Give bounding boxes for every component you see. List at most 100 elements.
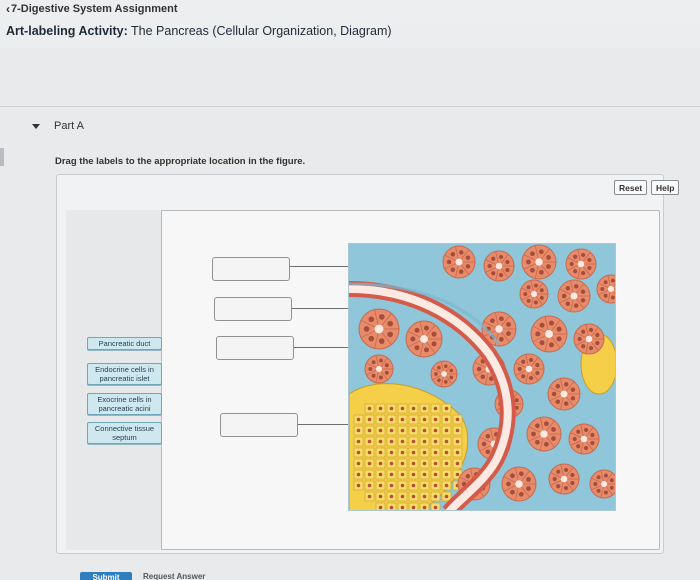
endocrine-nucleus [400, 505, 405, 510]
endocrine-nucleus [356, 461, 361, 466]
endocrine-nucleus [422, 450, 427, 455]
acinar-nucleus [443, 380, 448, 384]
endocrine-nucleus [444, 461, 449, 466]
back-to-assignment-link[interactable]: ‹ 7-Digestive System Assignment [6, 2, 177, 16]
acinar-nucleus [580, 298, 586, 303]
acinar-nucleus [498, 336, 504, 342]
endocrine-nucleus [367, 428, 372, 433]
acinar-nucleus [588, 327, 594, 333]
acinar-nucleus [465, 264, 471, 269]
assignment-header: ‹ 7-Digestive System Assignment Art-labe… [0, 0, 700, 48]
acinar-nucleus [569, 261, 574, 267]
endocrine-nucleus [411, 428, 416, 433]
acinar-nucleus [458, 250, 464, 255]
endocrine-nucleus [378, 406, 383, 411]
acinar-nucleus [378, 358, 383, 363]
acinar-nucleus [576, 429, 581, 434]
label-chip-connective-septum[interactable]: Connective tissue septum [87, 422, 162, 444]
acinar-nucleus [450, 267, 456, 272]
endocrine-nucleus [455, 428, 460, 433]
endocrine-nucleus [367, 483, 372, 488]
endocrine-nucleus [378, 472, 383, 477]
acinar-nucleus [378, 375, 383, 380]
acinar-nucleus [603, 293, 608, 298]
acinar-nucleus [573, 269, 578, 274]
page-title-text: The Pancreas (Cellular Organization, Dia… [131, 24, 392, 38]
endocrine-nucleus [411, 483, 416, 488]
leader-line-3 [294, 347, 352, 348]
acinar-nucleus [431, 341, 437, 347]
label-chip-pancreatic-duct[interactable]: Pancreatic duct [87, 337, 162, 350]
endocrine-nucleus [444, 472, 449, 477]
endocrine-nucleus [422, 472, 427, 477]
label-chip-exocrine-cells[interactable]: Exocrine cells in pancreatic acini [87, 393, 162, 415]
endocrine-nucleus [389, 483, 394, 488]
acinar-nucleus [506, 322, 511, 327]
acinar-nucleus [610, 278, 615, 283]
acinar-nucleus [465, 473, 471, 479]
drop-target-3[interactable] [216, 336, 294, 360]
acinus-lumen [525, 365, 533, 373]
acinar-nucleus [368, 335, 375, 342]
acinar-nucleus [538, 269, 544, 275]
acinar-nucleus [590, 432, 595, 438]
acinar-nucleus [526, 486, 531, 491]
endocrine-nucleus [422, 494, 427, 499]
acinar-nucleus [414, 327, 420, 333]
acinar-nucleus [498, 272, 504, 278]
acinar-nucleus [556, 484, 561, 489]
acinar-nucleus [530, 251, 535, 257]
acinar-nucleus [485, 449, 491, 454]
acinar-nucleus [570, 396, 576, 401]
acinar-nucleus [480, 374, 486, 379]
endocrine-nucleus [455, 450, 460, 455]
endocrine-nucleus [378, 483, 383, 488]
acinar-nucleus [526, 477, 531, 482]
acinus-lumen [607, 285, 615, 293]
endocrine-nucleus [455, 417, 460, 422]
acinar-nucleus [539, 322, 545, 328]
acinus-lumen [545, 330, 553, 338]
part-a-toggle[interactable]: Part A [32, 120, 84, 132]
endocrine-nucleus [389, 505, 394, 510]
back-link-label: 7-Digestive System Assignment [11, 3, 178, 15]
endocrine-nucleus [433, 472, 438, 477]
acinar-nucleus [491, 256, 496, 261]
label-chip-endocrine-cells[interactable]: Endocrine cells in pancreatic islet [87, 363, 162, 385]
endocrine-nucleus [422, 505, 427, 510]
endocrine-nucleus [433, 450, 438, 455]
acinus-lumen [515, 480, 523, 488]
drop-target-1[interactable] [212, 257, 290, 281]
endocrine-nucleus [389, 472, 394, 477]
acinar-nucleus [510, 473, 515, 479]
acinar-nucleus [556, 326, 562, 332]
drop-target-2[interactable] [214, 297, 292, 321]
endocrine-nucleus [378, 428, 383, 433]
acinus-lumen [560, 390, 568, 398]
reset-button[interactable]: Reset [614, 180, 648, 195]
drop-target-4[interactable] [220, 413, 298, 437]
acinar-nucleus [506, 481, 511, 487]
endocrine-nucleus [378, 417, 383, 422]
acinar-nucleus [548, 320, 555, 326]
acinar-nucleus [384, 363, 389, 368]
request-answer-link[interactable]: Request Answer [143, 572, 205, 580]
acinar-nucleus [363, 326, 370, 332]
acinar-nucleus [609, 485, 614, 490]
endocrine-nucleus [444, 483, 449, 488]
acinar-nucleus [552, 476, 557, 482]
endocrine-nucleus [367, 472, 372, 477]
acinus-lumen [374, 324, 384, 334]
submit-button[interactable]: Submit [80, 572, 132, 580]
acinar-nucleus [530, 267, 535, 273]
acinar-nucleus [573, 284, 579, 289]
endocrine-nucleus [400, 417, 405, 422]
endocrine-nucleus [400, 439, 405, 444]
endocrine-nucleus [444, 439, 449, 444]
acinar-nucleus [533, 283, 538, 288]
acinar-nucleus [371, 360, 376, 365]
acinar-nucleus [570, 387, 576, 392]
help-button[interactable]: Help [651, 180, 680, 195]
acinar-nucleus [587, 257, 592, 263]
endocrine-nucleus [422, 406, 427, 411]
